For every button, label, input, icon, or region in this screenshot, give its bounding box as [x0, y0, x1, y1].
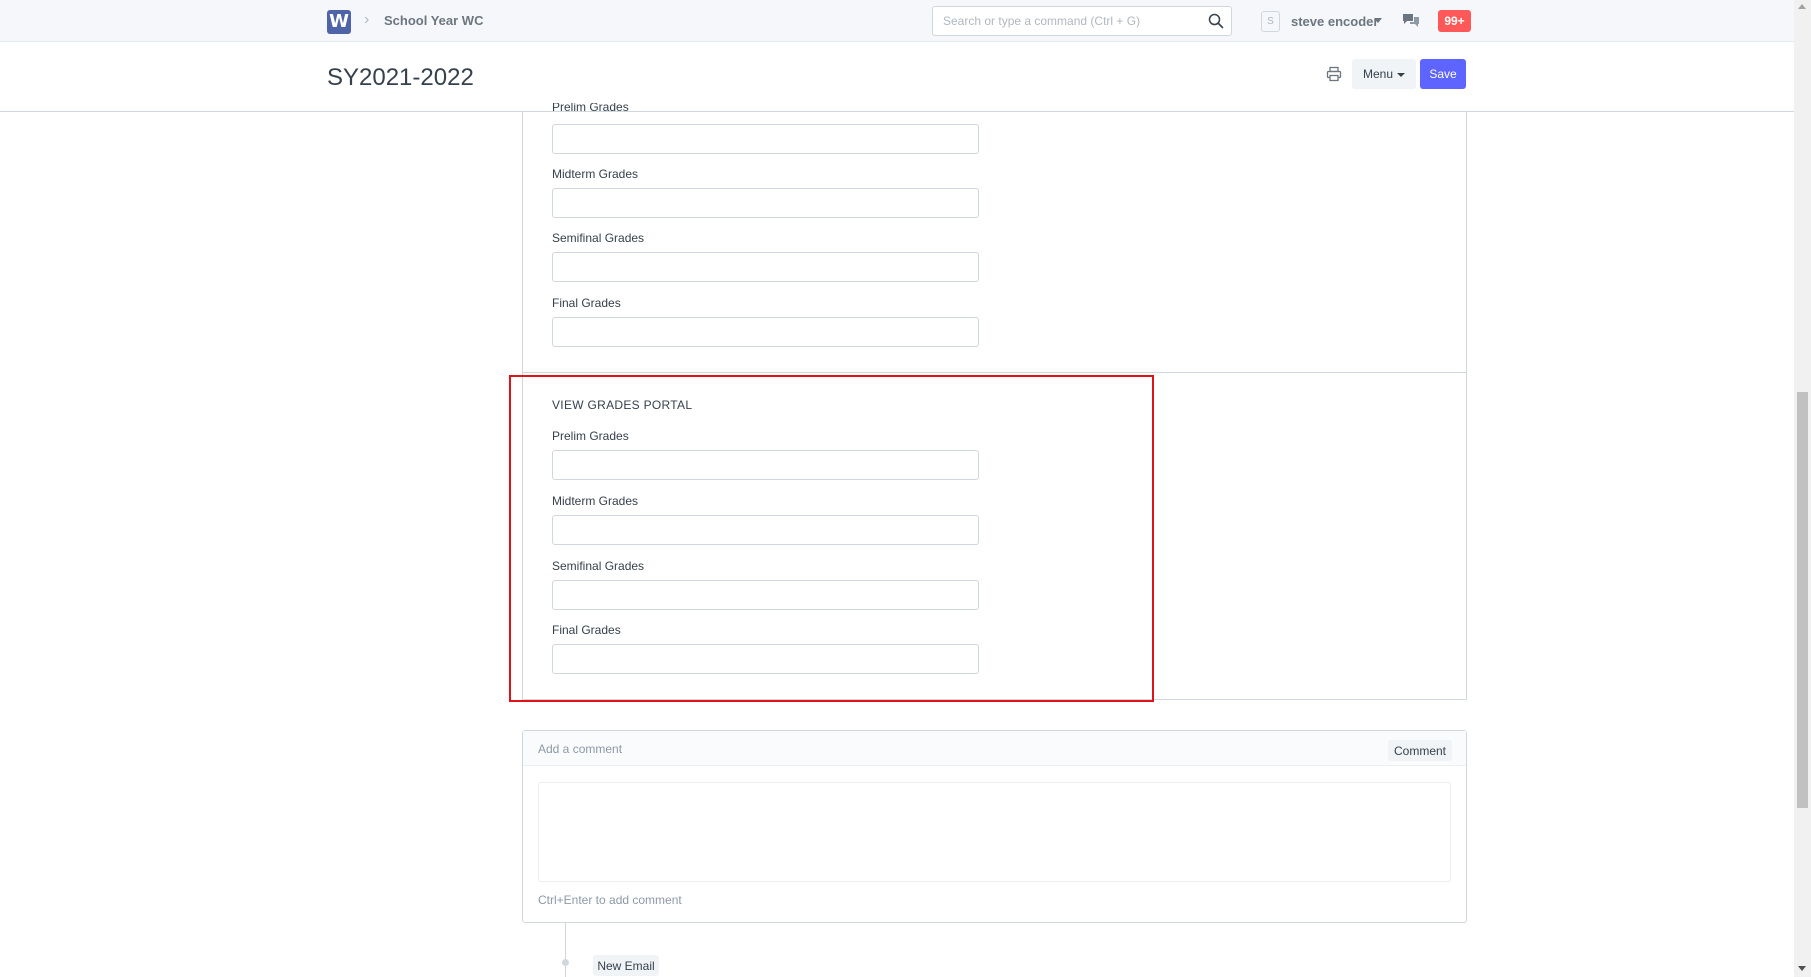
menu-button[interactable]: Menu	[1352, 59, 1416, 89]
portal-midterm-grades-field[interactable]	[552, 515, 979, 545]
app-logo[interactable]: W	[327, 10, 351, 34]
field-label-portal-midterm-grades: Midterm Grades	[552, 494, 639, 508]
notifications-badge[interactable]: 99+	[1438, 10, 1471, 32]
field-label-portal-semifinal-grades: Semifinal Grades	[552, 559, 645, 573]
user-menu-name[interactable]: steve encoder	[1291, 14, 1378, 29]
page-scrollbar[interactable]	[1794, 0, 1811, 977]
search-input[interactable]	[941, 12, 1201, 30]
field-label-prelim-grades-cut: Prelim Grades	[552, 103, 629, 114]
awesomebar-search[interactable]	[932, 6, 1232, 36]
chevron-down-icon[interactable]	[1374, 18, 1382, 23]
prelim-grades-field[interactable]	[552, 124, 979, 154]
field-label-final-grades: Final Grades	[552, 296, 621, 310]
comment-button[interactable]: Comment	[1388, 740, 1452, 761]
breadcrumb-school-year-wc[interactable]: School Year WC	[384, 13, 483, 28]
page-head: SY2021-2022 Menu Save	[0, 42, 1794, 112]
portal-semifinal-grades-field[interactable]	[552, 580, 979, 610]
semifinal-grades-field[interactable]	[552, 252, 979, 282]
comment-hint: Ctrl+Enter to add comment	[538, 893, 682, 907]
field-label-portal-final-grades: Final Grades	[552, 623, 621, 637]
timeline-dot	[562, 959, 569, 966]
field-label-semifinal-grades: Semifinal Grades	[552, 231, 645, 245]
portal-final-grades-field[interactable]	[552, 644, 979, 674]
scroll-down-arrow-icon[interactable]	[1798, 966, 1806, 971]
comment-input[interactable]	[538, 782, 1451, 882]
midterm-grades-field[interactable]	[552, 188, 979, 218]
top-navbar: W › School Year WC S steve encoder 99+	[0, 0, 1794, 42]
timeline-line	[565, 923, 566, 977]
chevron-down-icon	[1397, 72, 1406, 77]
section-divider	[522, 372, 1467, 373]
portal-prelim-grades-field[interactable]	[552, 450, 979, 480]
field-label-portal-prelim-grades: Prelim Grades	[552, 429, 629, 443]
scrollbar-thumb[interactable]	[1797, 392, 1808, 808]
save-button[interactable]: Save	[1420, 59, 1466, 89]
comment-placeholder: Add a comment	[538, 742, 623, 756]
user-avatar[interactable]: S	[1261, 11, 1280, 32]
section-heading-view-grades-portal: VIEW GRADES PORTAL	[552, 398, 693, 412]
scroll-up-arrow-icon[interactable]	[1798, 4, 1806, 9]
page-title: SY2021-2022	[327, 64, 474, 91]
menu-button-label: Menu	[1362, 67, 1394, 81]
print-icon[interactable]	[1326, 66, 1342, 82]
field-label-midterm-grades: Midterm Grades	[552, 167, 639, 181]
search-icon[interactable]	[1207, 12, 1225, 30]
chevron-right-icon: ›	[364, 11, 370, 28]
final-grades-field[interactable]	[552, 317, 979, 347]
comment-box: Add a comment Comment Ctrl+Enter to add …	[522, 730, 1467, 923]
new-email-button[interactable]: New Email	[593, 955, 659, 976]
chat-icon[interactable]	[1401, 12, 1421, 30]
comment-header: Add a comment Comment	[523, 731, 1466, 766]
